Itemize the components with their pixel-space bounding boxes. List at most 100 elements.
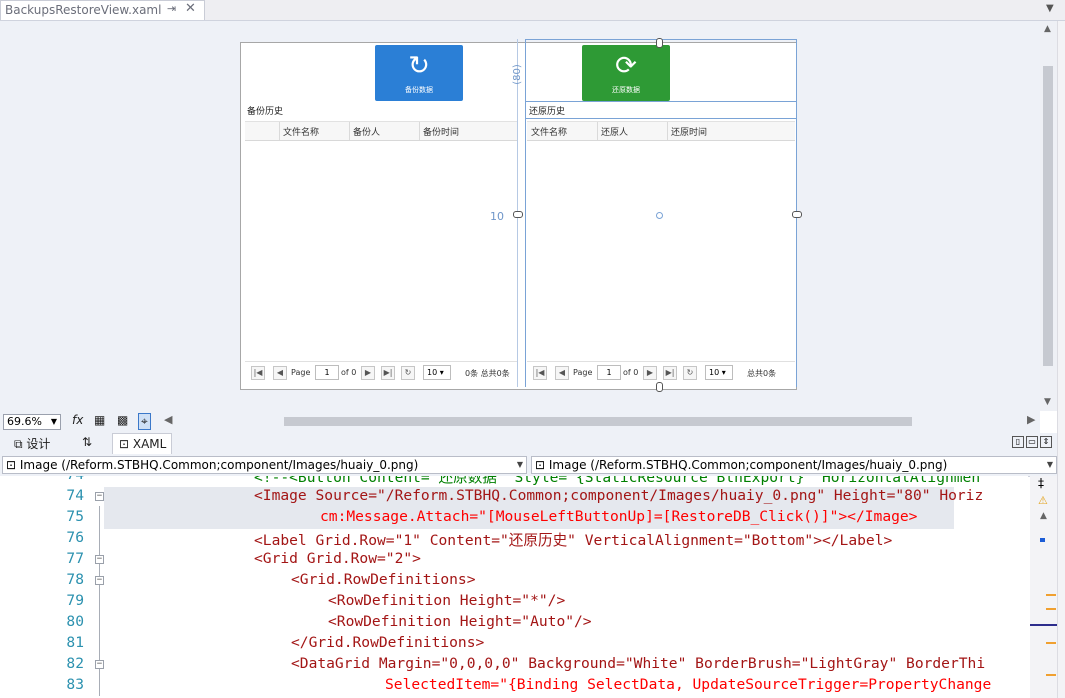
viewport-marker <box>1030 624 1057 626</box>
page-size-select[interactable]: 10 ▾ <box>705 365 733 380</box>
restore-col-time[interactable]: 还原时间 <box>671 125 707 138</box>
vertical-split-icon[interactable]: ▯ <box>1012 436 1024 448</box>
scroll-thumb[interactable] <box>1043 66 1053 366</box>
change-marker <box>1046 642 1056 644</box>
center-handle[interactable] <box>656 212 663 219</box>
close-icon[interactable]: ✕ <box>185 1 196 16</box>
restore-grid-header: 文件名称 还原人 还原时间 <box>527 121 795 141</box>
tab-xaml[interactable]: ⊡ XAML <box>112 433 172 454</box>
xaml-code-editor[interactable]: 74 <!--<Button Content="还原数据" Style="{St… <box>0 476 1028 698</box>
scroll-left-icon[interactable]: ◀ <box>164 413 172 426</box>
page-size-select[interactable]: 10 ▾ <box>423 365 451 380</box>
backup-col-time[interactable]: 备份时间 <box>423 125 459 138</box>
fold-toggle-icon[interactable]: − <box>95 492 104 501</box>
page-label: Page <box>291 368 311 377</box>
refresh-page-icon[interactable]: ↻ <box>401 366 415 380</box>
fold-toggle-icon[interactable]: − <box>95 660 104 669</box>
refresh-icon: ↻ <box>408 51 430 81</box>
design-window[interactable]: ↻ 备份数据 ⟳ 还原数据 备份历史 文件名称 备份人 备份时间 |◀ ◀ Pa… <box>240 38 802 392</box>
document-tab-title: BackupsRestoreView.xaml <box>5 3 162 17</box>
prev-page-icon[interactable]: ◀ <box>555 366 569 380</box>
backup-col-user[interactable]: 备份人 <box>353 125 380 138</box>
scroll-up-icon[interactable]: ▲ <box>1044 24 1051 34</box>
column-margin-adorner: 10 <box>490 210 504 223</box>
resize-handle-top[interactable] <box>656 38 663 48</box>
restore-col-user[interactable]: 还原人 <box>601 125 628 138</box>
backup-data-button[interactable]: ↻ 备份数据 <box>375 45 463 101</box>
tab-design[interactable]: ⧉ 设计 <box>14 435 50 452</box>
fold-toggle-icon[interactable]: − <box>95 555 104 564</box>
resize-handle-left[interactable] <box>513 211 523 218</box>
code-line: 83 SelectedItem="{Binding SelectData, Up… <box>66 676 992 693</box>
nav-right-select[interactable]: ⊡ Image (/Reform.STBHQ.Common;component/… <box>531 456 1057 474</box>
last-page-icon[interactable]: ▶| <box>381 366 395 380</box>
page-label: Page <box>573 368 593 377</box>
code-line: 74 <!--<Button Content="还原数据" Style="{St… <box>66 476 981 486</box>
designer-horizontal-scrollbar[interactable]: ◀ ▶ <box>164 413 1035 428</box>
restore-button-caption: 还原数据 <box>612 86 640 94</box>
change-marker <box>1046 594 1056 596</box>
refresh-page-icon[interactable]: ↻ <box>683 366 697 380</box>
backup-pager: |◀ ◀ Page 1 of 0 ▶ ▶| ↻ 10 ▾ 0条 总共0条 <box>245 361 517 384</box>
tab-dropdown-icon[interactable]: ▼ <box>1046 3 1054 14</box>
prev-page-icon[interactable]: ◀ <box>273 366 287 380</box>
resize-handle-bottom[interactable] <box>656 382 663 392</box>
code-scrollbar[interactable]: ‡ ⚠ ▲ <box>1030 476 1057 698</box>
snap-lines-icon[interactable]: ⌖ <box>138 413 151 430</box>
fx-icon[interactable]: fx <box>72 413 83 427</box>
scroll-up-icon[interactable]: ▲ <box>1040 511 1047 521</box>
page-of-label: of 0 <box>623 368 639 377</box>
next-page-icon[interactable]: ▶ <box>643 366 657 380</box>
backup-button-caption: 备份数据 <box>405 86 433 94</box>
code-line: 80 <RowDefinition Height="Auto"/> <box>66 613 592 630</box>
restore-col-filename[interactable]: 文件名称 <box>531 125 567 138</box>
restore-pager-summary: 总共0条 <box>747 369 777 378</box>
last-page-icon[interactable]: ▶| <box>663 366 677 380</box>
document-tab[interactable]: BackupsRestoreView.xaml ⇥ ✕ <box>0 0 205 20</box>
horizontal-split-icon[interactable]: ▭ <box>1026 436 1038 448</box>
code-line: 82 − <DataGrid Margin="0,0,0,0" Backgrou… <box>66 655 986 672</box>
snap-grid-icon[interactable]: ▩ <box>117 413 128 427</box>
zoom-toolbar: 69.6% ▼ fx ▦ ▩ ⌖ ◀ ▶ <box>0 411 1040 433</box>
grid-icon[interactable]: ▦ <box>94 413 105 427</box>
zoom-select[interactable]: 69.6% ▼ <box>3 414 61 430</box>
backup-pager-summary: 0条 总共0条 <box>465 369 510 378</box>
restore-history-label: 还原历史 <box>529 107 566 117</box>
swap-panes-icon[interactable]: ⇅ <box>82 435 92 449</box>
designer-vertical-scrollbar[interactable]: ▲ ▼ <box>1040 21 1057 411</box>
restore-data-button[interactable]: ⟳ 还原数据 <box>582 45 670 101</box>
scroll-down-icon[interactable]: ▼ <box>1044 397 1051 407</box>
first-page-icon[interactable]: |◀ <box>251 366 265 380</box>
resize-handle-right[interactable] <box>792 211 802 218</box>
fold-toggle-icon[interactable]: − <box>95 576 104 585</box>
row-height-adorner: (80) <box>511 64 523 85</box>
nav-left-select[interactable]: ⊡ Image (/Reform.STBHQ.Common;component/… <box>2 456 527 474</box>
code-line: 81 </Grid.RowDefinitions> <box>66 634 485 651</box>
code-line: 77 − <Grid Grid.Row="2"> <box>66 550 421 567</box>
sync-icon: ⟳ <box>615 51 637 81</box>
change-marker <box>1046 674 1056 676</box>
scroll-right-icon[interactable]: ▶ <box>1027 413 1035 426</box>
backup-history-label: 备份历史 <box>247 107 284 117</box>
code-line: 76 <Label Grid.Row="1" Content="还原历史" Ve… <box>66 529 893 549</box>
xaml-navigation-bar: ⊡ Image (/Reform.STBHQ.Common;component/… <box>0 454 1057 477</box>
code-line: 74 − <Image Source="/Reform.STBHQ.Common… <box>0 487 1028 508</box>
selection-border-left <box>525 39 526 387</box>
right-margin-strip <box>1057 21 1065 698</box>
scroll-thumb[interactable] <box>284 417 912 426</box>
restore-pager: |◀ ◀ Page 1 of 0 ▶ ▶| ↻ 10 ▾ 总共0条 <box>527 361 795 384</box>
pin-icon[interactable]: ⇥ <box>167 2 176 15</box>
next-page-icon[interactable]: ▶ <box>361 366 375 380</box>
page-number-input[interactable]: 1 <box>315 365 339 380</box>
code-line: 78 − <Grid.RowDefinitions> <box>66 571 476 588</box>
split-icon[interactable]: ‡ <box>1038 476 1044 490</box>
change-marker <box>1046 608 1056 610</box>
caret-marker <box>1040 538 1045 542</box>
first-page-icon[interactable]: |◀ <box>533 366 547 380</box>
row-guide-1 <box>525 101 797 102</box>
backup-grid-header: 文件名称 备份人 备份时间 <box>245 121 517 141</box>
page-number-input[interactable]: 1 <box>597 365 621 380</box>
page-of-label: of 0 <box>341 368 357 377</box>
backup-col-filename[interactable]: 文件名称 <box>283 125 319 138</box>
collapse-pane-icon[interactable]: ⇕ <box>1040 436 1052 448</box>
